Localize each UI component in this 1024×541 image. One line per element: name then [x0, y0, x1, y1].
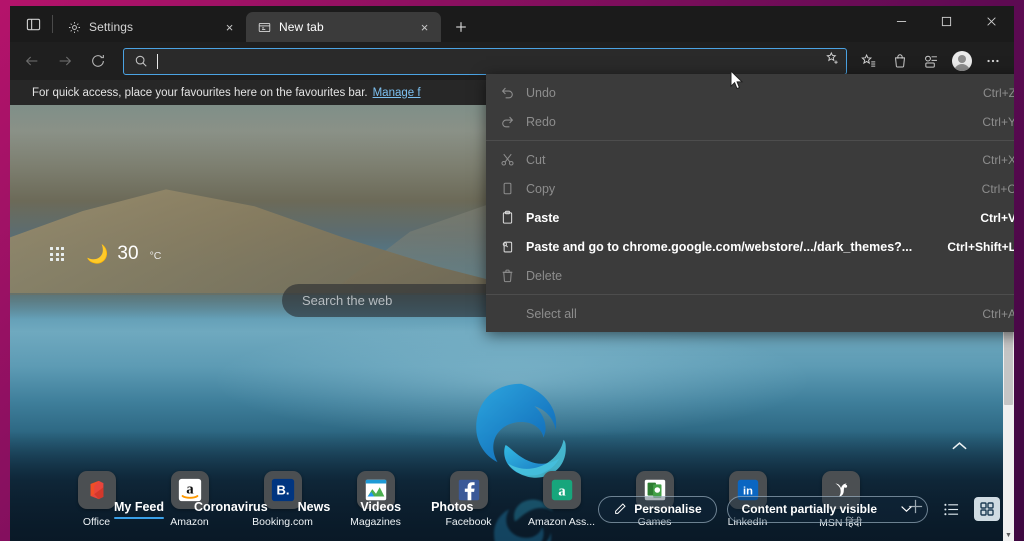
feed-tab-photos[interactable]: Photos — [431, 500, 473, 519]
manage-favourites-link[interactable]: Manage f — [373, 87, 421, 99]
context-menu-item-select-all[interactable]: Select all Ctrl+A — [486, 299, 1014, 328]
newtab-icon — [257, 20, 272, 35]
tab-search-icon[interactable] — [16, 7, 50, 41]
gear-icon — [67, 20, 82, 35]
context-menu-accel: Ctrl+V — [980, 211, 1014, 225]
content-visibility-label: Content partially visible — [742, 502, 877, 516]
trash-icon — [500, 268, 526, 283]
address-bar[interactable] — [123, 48, 847, 75]
profile-avatar-icon[interactable] — [947, 46, 977, 76]
feed-toolbar: My Feed Coronavirus News Videos Photos P… — [10, 487, 1014, 531]
context-menu-accel: Ctrl+X — [982, 153, 1014, 167]
newtab-top-row: 🌙 30 °C — [50, 243, 161, 265]
context-menu-label: Redo — [526, 115, 964, 129]
context-menu-label: Cut — [526, 153, 964, 167]
star-plus-icon[interactable] — [825, 51, 840, 71]
feed-controls: Personalise Content partially visible — [598, 496, 1000, 523]
context-menu-item-paste-and-go[interactable]: Paste and go to chrome.google.com/websto… — [486, 232, 1014, 261]
context-menu-item-paste[interactable]: Paste Ctrl+V — [486, 203, 1014, 232]
new-tab-button[interactable] — [447, 13, 475, 41]
background-water-glow — [211, 320, 813, 440]
context-menu-item-delete[interactable]: Delete — [486, 261, 1014, 290]
tab-title: Settings — [89, 20, 214, 34]
search-placeholder: Search the web — [302, 293, 392, 308]
context-menu-accel: Ctrl+Y — [982, 115, 1014, 129]
maximize-button[interactable] — [924, 6, 969, 36]
redo-icon — [500, 114, 526, 129]
shopping-bag-icon[interactable] — [885, 46, 915, 76]
context-menu-label: Copy — [526, 182, 964, 196]
avatar — [952, 51, 972, 71]
tab-close-button[interactable]: × — [416, 19, 433, 36]
minimize-button[interactable] — [879, 6, 924, 36]
personalise-button[interactable]: Personalise — [598, 496, 716, 523]
tab-new-tab[interactable]: New tab × — [246, 12, 441, 42]
paste-icon — [500, 210, 526, 225]
tab-strip: Settings × New tab × — [10, 6, 1014, 42]
context-menu-accel: Ctrl+A — [982, 307, 1014, 321]
paste-and-go-icon — [500, 239, 526, 254]
address-bar-context-menu: Undo Ctrl+Z Redo Ctrl+Y — [486, 74, 1014, 332]
context-menu-accel: Ctrl+C — [982, 182, 1014, 196]
feed-tab-news[interactable]: News — [298, 500, 331, 519]
refresh-icon[interactable] — [82, 46, 114, 76]
weather-widget[interactable]: 🌙 30 °C — [86, 243, 161, 265]
browser-window: Settings × New tab × — [10, 6, 1014, 541]
ellipsis-icon[interactable] — [978, 46, 1008, 76]
context-menu-item-undo[interactable]: Undo Ctrl+Z — [486, 78, 1014, 107]
undo-icon — [500, 85, 526, 100]
text-cursor — [157, 54, 158, 69]
chevron-up-icon[interactable] — [951, 438, 968, 456]
search-icon — [134, 54, 148, 68]
window-controls — [879, 6, 1014, 42]
tab-title: New tab — [279, 20, 409, 34]
chevron-down-icon — [900, 505, 913, 513]
pencil-icon — [613, 502, 627, 516]
context-menu-item-cut[interactable]: Cut Ctrl+X — [486, 145, 1014, 174]
weather-temperature: 30 — [117, 243, 138, 265]
context-menu-label: Undo — [526, 86, 965, 100]
screen: Settings × New tab × — [0, 0, 1024, 541]
personalise-label: Personalise — [634, 502, 701, 516]
feed-tab-coronavirus[interactable]: Coronavirus — [194, 500, 268, 519]
feed-tab-videos[interactable]: Videos — [360, 500, 401, 519]
grid-view-icon[interactable] — [974, 497, 1000, 521]
context-menu-accel: Ctrl+Z — [983, 86, 1014, 100]
feed-tab-my-feed[interactable]: My Feed — [114, 500, 164, 519]
app-grid-icon[interactable] — [50, 247, 64, 261]
context-menu-separator — [486, 294, 1014, 295]
feed-tabs: My Feed Coronavirus News Videos Photos — [114, 500, 473, 519]
context-menu-label: Paste and go to chrome.google.com/websto… — [526, 240, 929, 254]
copy-icon — [500, 181, 526, 196]
back-arrow-icon[interactable] — [16, 46, 48, 76]
favourites-bar-message: For quick access, place your favourites … — [32, 87, 368, 99]
context-menu-item-redo[interactable]: Redo Ctrl+Y — [486, 107, 1014, 136]
context-menu-label: Paste — [526, 211, 962, 225]
weather-unit: °C — [150, 250, 162, 262]
context-menu-accel: Ctrl+Shift+L — [947, 240, 1014, 254]
tab-settings[interactable]: Settings × — [56, 12, 246, 42]
content-visibility-dropdown[interactable]: Content partially visible — [727, 496, 928, 523]
context-menu-separator — [486, 140, 1014, 141]
context-menu-item-copy[interactable]: Copy Ctrl+C — [486, 174, 1014, 203]
list-view-icon[interactable] — [938, 497, 964, 521]
close-button[interactable] — [969, 6, 1014, 36]
tab-divider — [52, 15, 53, 33]
forward-arrow-icon[interactable] — [49, 46, 81, 76]
browser-essentials-icon[interactable] — [916, 46, 946, 76]
context-menu-label: Delete — [526, 269, 998, 283]
crescent-moon-icon: 🌙 — [86, 245, 108, 263]
collections-icon[interactable] — [854, 46, 884, 76]
tab-close-button[interactable]: × — [221, 19, 238, 36]
context-menu-label: Select all — [526, 307, 964, 321]
cut-scissors-icon — [500, 152, 526, 167]
scroll-down-arrow[interactable]: ▼ — [1003, 529, 1014, 541]
